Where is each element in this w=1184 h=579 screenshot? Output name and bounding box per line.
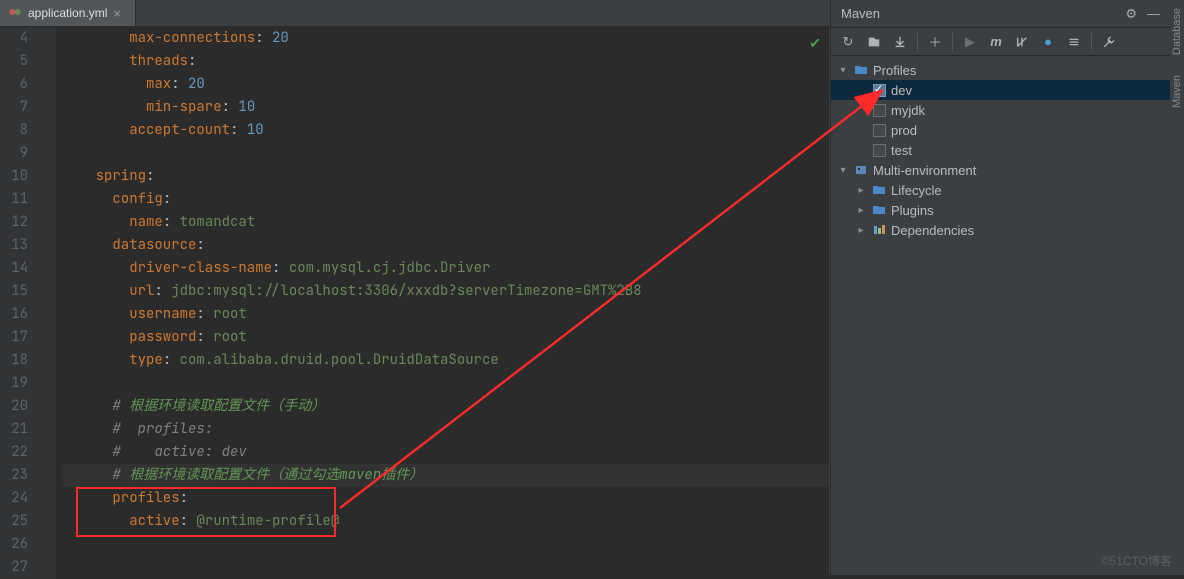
tree-row[interactable]: ▾Multi-environment (831, 160, 1170, 180)
execute-goal-icon[interactable]: m (985, 31, 1007, 53)
tree-row[interactable]: ▸Plugins (831, 200, 1170, 220)
tree-row[interactable]: ▸Lifecycle (831, 180, 1170, 200)
yaml-file-icon (8, 5, 22, 22)
annotation-box (76, 487, 336, 537)
watermark: ©51CTO博客 (1101, 552, 1172, 569)
tree-row[interactable]: ▸Dependencies (831, 220, 1170, 240)
gear-icon[interactable]: ⚙ (1125, 6, 1137, 22)
close-icon[interactable]: × (113, 6, 125, 21)
inspection-ok-icon: ✔ (809, 33, 821, 56)
generate-sources-icon[interactable] (863, 31, 885, 53)
offline-mode-icon[interactable]: ● (1037, 31, 1059, 53)
tab-bar: application.yml × (0, 0, 829, 27)
maven-tree[interactable]: ▾Profilesdevmyjdkprodtest▾Multi-environm… (831, 56, 1170, 575)
wrench-icon[interactable] (1098, 31, 1120, 53)
file-tab[interactable]: application.yml × (0, 0, 136, 26)
right-tool-strip: Database Maven (1170, 0, 1184, 575)
download-icon[interactable] (889, 31, 911, 53)
code-area[interactable]: 4567891011121314151617181920212223242526… (0, 27, 829, 579)
maven-toolbar: ↻ ＋ ▶ m ● (831, 28, 1170, 56)
tree-row[interactable]: dev (831, 80, 1170, 100)
reload-icon[interactable]: ↻ (837, 31, 859, 53)
maven-title: Maven (841, 6, 880, 21)
minimize-icon[interactable]: — (1147, 6, 1160, 22)
file-tab-label: application.yml (28, 6, 107, 20)
tree-row[interactable]: prod (831, 120, 1170, 140)
skip-tests-icon[interactable] (1011, 31, 1033, 53)
maven-header: Maven ⚙ — (831, 0, 1170, 28)
maven-tab[interactable]: Maven (1171, 75, 1183, 108)
database-tab[interactable]: Database (1171, 8, 1183, 55)
add-icon[interactable]: ＋ (924, 31, 946, 53)
tree-row[interactable]: test (831, 140, 1170, 160)
run-icon[interactable]: ▶ (959, 31, 981, 53)
line-number-gutter: 4567891011121314151617181920212223242526… (0, 27, 36, 579)
tree-row[interactable]: ▾Profiles (831, 60, 1170, 80)
fold-column[interactable] (36, 27, 56, 579)
code-content[interactable]: ✔ max-connections: 20 threads: max: 20 m… (56, 27, 829, 579)
show-diagram-icon[interactable] (1063, 31, 1085, 53)
tree-row[interactable]: myjdk (831, 100, 1170, 120)
editor-pane: application.yml × 4567891011121314151617… (0, 0, 830, 575)
maven-panel: Maven ⚙ — ↻ ＋ ▶ m ● ▾Profilesdevmyjdkpro… (830, 0, 1170, 575)
